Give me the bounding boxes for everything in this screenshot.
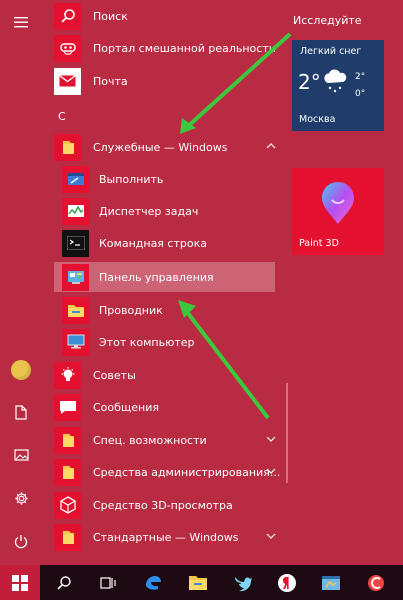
- task-manager-icon: [62, 197, 89, 225]
- weather-temperature: 2°: [298, 70, 321, 94]
- app-item-label: Этот компьютер: [99, 335, 195, 349]
- this-pc-icon: [62, 328, 89, 356]
- chevron-down-icon[interactable]: [266, 434, 276, 444]
- app-item-file-explorer[interactable]: Проводник: [62, 296, 286, 324]
- power-button[interactable]: [7, 527, 35, 555]
- messages-icon: [54, 393, 81, 421]
- app-item-tips[interactable]: Советы: [54, 361, 286, 389]
- pictures-icon: [13, 449, 29, 461]
- app-item-control-panel[interactable]: Панель управления: [54, 262, 275, 292]
- app-folder-windows-accessories[interactable]: Служебные — Windows: [54, 133, 286, 161]
- app-folder-windows-standard[interactable]: Стандартные — Windows: [54, 523, 286, 551]
- app-item-label: Средства администрирования...: [93, 465, 281, 479]
- app-item-label: Служебные — Windows: [93, 140, 228, 154]
- app-item-mail[interactable]: Почта: [54, 67, 286, 95]
- gear-icon: [14, 491, 28, 505]
- search-icon: [57, 575, 71, 590]
- weather-low: 0°: [355, 89, 366, 99]
- paint-3d-icon: [322, 182, 354, 224]
- app-item-label: Панель управления: [99, 270, 214, 284]
- folder-icon: [54, 458, 81, 486]
- command-prompt-icon: [62, 229, 89, 257]
- taskbar-app-button[interactable]: [222, 565, 262, 600]
- hamburger-icon: [14, 17, 28, 28]
- taskbar-app-button-2[interactable]: [311, 565, 351, 600]
- app-item-search[interactable]: Поиск: [54, 2, 286, 30]
- search-icon: [54, 2, 81, 30]
- app-list-scrollbar[interactable]: [286, 383, 288, 483]
- task-view-button[interactable]: [89, 565, 129, 600]
- app-item-command-prompt[interactable]: Командная строка: [62, 229, 286, 257]
- file-explorer-icon: [62, 296, 89, 324]
- run-icon: [62, 165, 89, 193]
- yandex-browser-icon: [278, 573, 296, 592]
- tips-lightbulb-icon: [54, 361, 81, 389]
- weather-city: Москва: [299, 114, 336, 125]
- chevron-down-icon[interactable]: [266, 531, 276, 541]
- control-panel-icon: [62, 263, 89, 291]
- taskbar-search-button[interactable]: [44, 565, 84, 600]
- paint-window-icon: [322, 575, 340, 590]
- taskbar: [0, 565, 403, 600]
- mail-icon: [54, 67, 81, 95]
- chevron-down-icon[interactable]: [266, 466, 276, 476]
- weather-tile[interactable]: Легкий снег 2° 2° 0° Москва: [292, 40, 384, 131]
- app-item-task-manager[interactable]: Диспетчер задач: [62, 197, 286, 225]
- app-item-label: Портал смешанной реальности: [93, 41, 276, 55]
- weather-condition: Легкий снег: [300, 46, 362, 57]
- app-item-mixed-reality-portal[interactable]: Портал смешанной реальности: [54, 34, 286, 62]
- app-item-label: Сообщения: [93, 400, 160, 414]
- weather-high: 2°: [355, 72, 366, 82]
- task-view-icon: [100, 576, 116, 589]
- file-explorer-icon: [189, 576, 207, 590]
- app-item-label: Поиск: [93, 9, 128, 23]
- app-folder-administrative-tools[interactable]: Средства администрирования...: [54, 458, 286, 486]
- folder-icon: [54, 426, 81, 454]
- avatar: [11, 360, 31, 380]
- power-icon: [14, 534, 28, 548]
- taskbar-edge-button[interactable]: [133, 565, 173, 600]
- start-button[interactable]: [0, 565, 40, 600]
- app-list: Поиск Портал смешанной реальности Почта …: [42, 0, 287, 565]
- app-item-label: Спец. возможности: [93, 433, 207, 447]
- documents-button[interactable]: [7, 398, 35, 426]
- hamburger-menu-button[interactable]: [7, 8, 35, 36]
- app-item-label: Проводник: [99, 303, 163, 317]
- app-item-label: Советы: [93, 368, 136, 382]
- document-icon: [15, 404, 27, 420]
- folder-icon: [54, 133, 81, 161]
- folder-icon: [54, 523, 81, 551]
- user-account-button[interactable]: [7, 356, 35, 384]
- ccleaner-icon: [368, 574, 384, 591]
- pictures-button[interactable]: [7, 441, 35, 469]
- windows-logo-icon: [12, 574, 28, 591]
- mixed-reality-headset-icon: [54, 34, 81, 62]
- app-item-run[interactable]: Выполнить: [62, 165, 286, 193]
- edge-icon: [146, 575, 161, 590]
- taskbar-yandex-browser-button[interactable]: [267, 565, 307, 600]
- section-letter[interactable]: С: [58, 110, 66, 123]
- taskbar-app-button-3[interactable]: [356, 565, 396, 600]
- 3d-viewer-icon: [54, 491, 81, 519]
- app-item-label: Командная строка: [99, 236, 207, 250]
- app-item-label: Диспетчер задач: [99, 204, 199, 218]
- app-item-label: Стандартные — Windows: [93, 530, 239, 544]
- app-item-this-pc[interactable]: Этот компьютер: [62, 328, 286, 356]
- tile-group-title: Исследуйте: [293, 14, 362, 27]
- paint-3d-label: Paint 3D: [299, 238, 339, 249]
- app-folder-accessibility[interactable]: Спец. возможности: [54, 426, 286, 454]
- paint-3d-tile[interactable]: Paint 3D: [292, 168, 384, 255]
- chevron-up-icon[interactable]: [266, 141, 276, 151]
- app-item-label: Средство 3D-просмотра: [93, 498, 233, 512]
- snow-cloud-icon: [324, 69, 347, 93]
- app-item-label: Выполнить: [99, 172, 164, 186]
- settings-button[interactable]: [7, 484, 35, 512]
- start-left-rail: [0, 0, 42, 565]
- app-item-label: Почта: [93, 74, 128, 88]
- app-item-messages[interactable]: Сообщения: [54, 393, 286, 421]
- twitter-bird-icon: [235, 576, 252, 591]
- taskbar-file-explorer-button[interactable]: [178, 565, 218, 600]
- app-item-3d-viewer[interactable]: Средство 3D-просмотра: [54, 491, 286, 519]
